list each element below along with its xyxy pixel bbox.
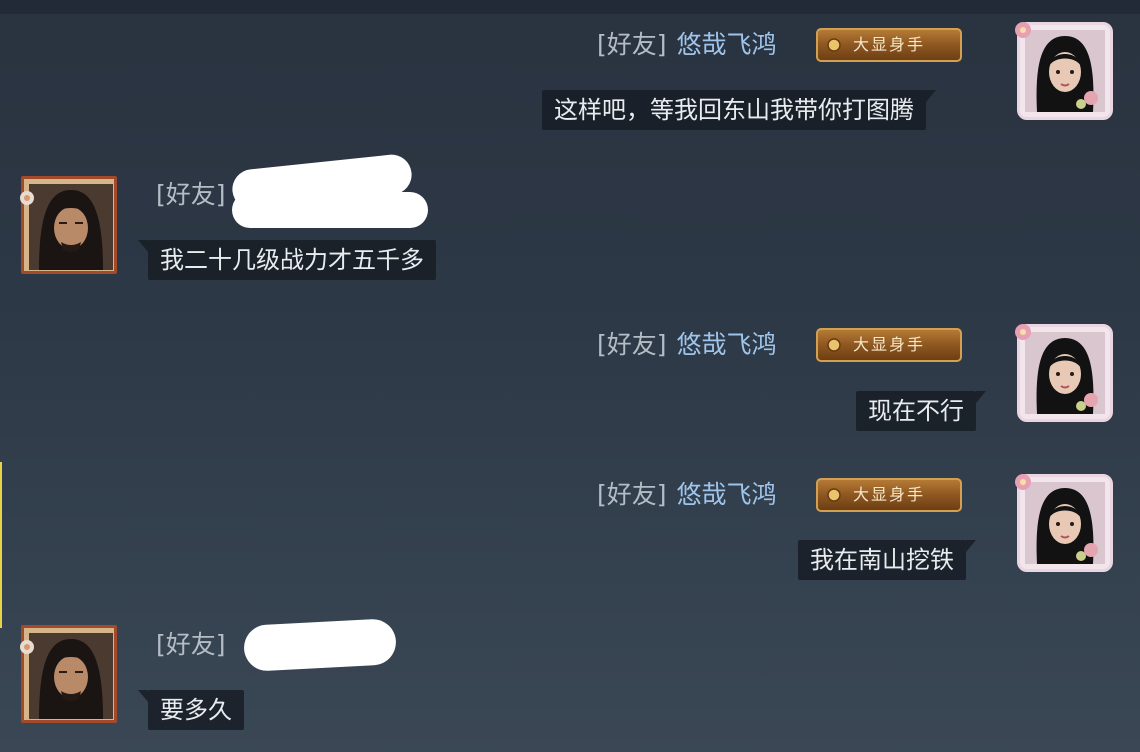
flower-decoration-icon (1015, 324, 1031, 340)
chat-panel[interactable]: [好友] 悠哉飞鸿 大显身手 这样吧，等我回东山我带你打图腾 [好友] 我二十几… (0, 0, 1140, 752)
title-badge[interactable]: 大显身手 (816, 28, 962, 62)
female-portrait-icon (1025, 482, 1105, 564)
message-bubble[interactable]: 这样吧，等我回东山我带你打图腾 (542, 90, 936, 130)
badge-emblem-icon (827, 488, 841, 502)
sender-name[interactable]: 悠哉飞鸿 (677, 480, 777, 509)
badge-emblem-icon (827, 38, 841, 52)
flower-decoration-icon (1015, 22, 1031, 38)
male-portrait-icon (29, 184, 113, 270)
friend-tag: [好友] (597, 330, 667, 359)
self-avatar[interactable] (1015, 474, 1113, 572)
message-bubble[interactable]: 我在南山挖铁 (798, 540, 976, 580)
sender-row: [好友] 悠哉飞鸿 (597, 480, 777, 510)
message-bubble[interactable]: 我二十几级战力才五千多 (138, 240, 436, 280)
badge-label: 大显身手 (852, 35, 925, 54)
sender-row: [好友] (156, 180, 226, 210)
title-badge[interactable]: 大显身手 (816, 328, 962, 362)
title-badge[interactable]: 大显身手 (816, 478, 962, 512)
self-avatar[interactable] (1015, 22, 1113, 120)
female-portrait-icon (1025, 30, 1105, 112)
sender-name[interactable]: 悠哉飞鸿 (677, 30, 777, 59)
female-portrait-icon (1025, 332, 1105, 414)
friend-tag: [好友] (597, 480, 667, 509)
male-portrait-icon (29, 633, 113, 719)
badge-label: 大显身手 (852, 335, 925, 354)
friend-avatar[interactable] (20, 625, 117, 723)
redacted-name (232, 192, 428, 228)
flower-decoration-icon (1015, 474, 1031, 490)
message-bubble[interactable]: 现在不行 (856, 391, 986, 431)
flower-decoration-icon (20, 640, 34, 654)
self-avatar[interactable] (1015, 324, 1113, 422)
sender-row: [好友] 悠哉飞鸿 (597, 30, 777, 60)
badge-label: 大显身手 (852, 485, 925, 504)
friend-tag: [好友] (156, 180, 226, 209)
flower-decoration-icon (20, 191, 34, 205)
sender-name[interactable]: 悠哉飞鸿 (677, 330, 777, 359)
friend-tag: [好友] (597, 30, 667, 59)
friend-avatar[interactable] (20, 176, 117, 274)
redacted-name (242, 618, 398, 672)
friend-tag: [好友] (156, 630, 226, 659)
sender-row: [好友] (156, 630, 226, 660)
sender-row: [好友] 悠哉飞鸿 (597, 330, 777, 360)
message-bubble[interactable]: 要多久 (138, 690, 244, 730)
badge-emblem-icon (827, 338, 841, 352)
